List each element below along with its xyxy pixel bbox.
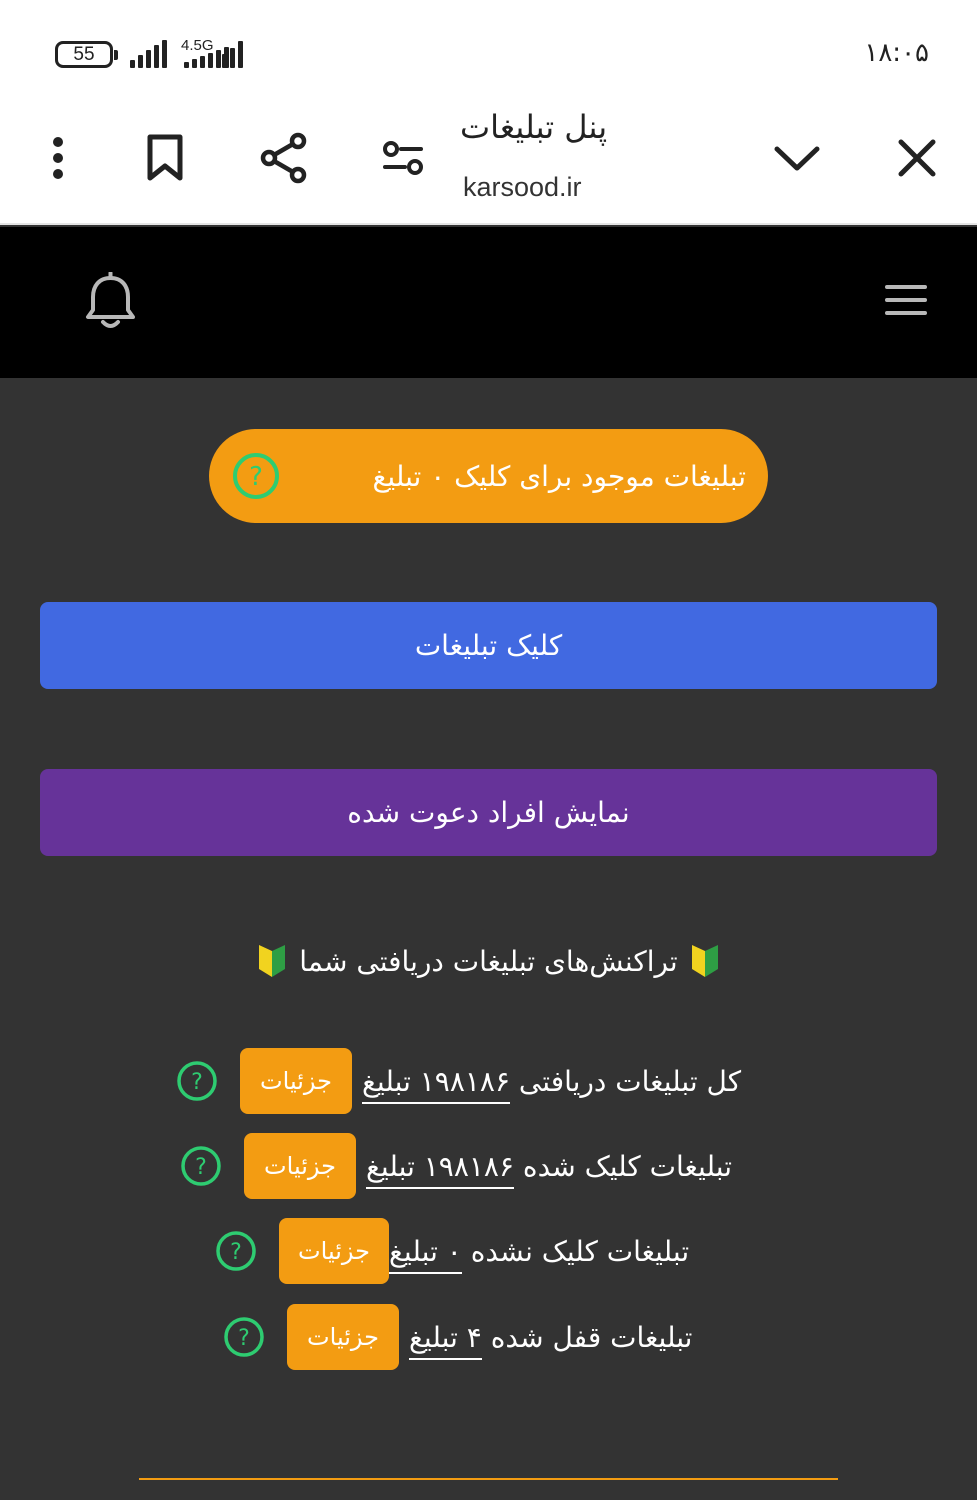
stat-value: ۱۹۸۱۸۶ تبلیغ	[366, 1149, 514, 1189]
help-icon[interactable]: ?	[215, 1230, 257, 1272]
share-icon[interactable]	[254, 128, 314, 188]
bell-icon[interactable]	[83, 271, 138, 332]
battery-icon: 55	[55, 41, 118, 68]
details-button[interactable]: جزئیات	[240, 1048, 352, 1114]
stat-value: ۴ تبلیغ	[409, 1320, 482, 1360]
stat-label: تبلیغات کلیک نشده	[470, 1234, 690, 1268]
svg-text:?: ?	[249, 462, 263, 492]
browser-toolbar: پنل تبلیغات karsood.ir	[0, 100, 977, 225]
svg-text:?: ?	[238, 1326, 250, 1351]
stat-label: کل تبلیغات دریافتی	[518, 1064, 742, 1098]
help-icon[interactable]: ?	[223, 1316, 265, 1358]
stat-row-locked: ? جزئیات تبلیغات قفل شده ۴ تبلیغ	[223, 1304, 692, 1370]
help-icon[interactable]: ?	[176, 1060, 218, 1102]
page-settings-icon[interactable]	[373, 128, 433, 188]
section-title-text: تراکنش‌های تبلیغات دریافتی شما	[299, 944, 678, 978]
stat-value: ۰ تبلیغ	[389, 1234, 462, 1274]
stat-row-clicked: ? جزئیات تبلیغات کلیک شده ۱۹۸۱۸۶ تبلیغ	[180, 1133, 732, 1199]
section-title: تراکنش‌های تبلیغات دریافتی شما	[0, 943, 977, 979]
svg-text:?: ?	[230, 1240, 242, 1265]
signal-strength-icon	[130, 40, 167, 68]
stat-text: تبلیغات کلیک نشده ۰ تبلیغ	[389, 1234, 690, 1274]
main-content: تبلیغات موجود برای کلیک ۰ تبلیغ ? کلیک ت…	[0, 378, 977, 1500]
svg-text:?: ?	[191, 1070, 203, 1095]
stat-text: تبلیغات کلیک شده ۱۹۸۱۸۶ تبلیغ	[366, 1149, 733, 1189]
hamburger-menu-icon[interactable]	[883, 282, 929, 318]
more-vert-icon[interactable]	[28, 128, 88, 188]
stat-label: تبلیغات قفل شده	[490, 1320, 693, 1354]
site-header	[0, 227, 977, 378]
details-button[interactable]: جزئیات	[287, 1304, 399, 1370]
battery-level: 55	[73, 44, 95, 65]
signal-bars-icon	[222, 40, 243, 68]
click-ads-button[interactable]: کلیک تبلیغات	[40, 602, 937, 689]
stat-label: تبلیغات کلیک شده	[522, 1149, 733, 1183]
beginner-mark-icon	[257, 943, 287, 979]
status-bar: 55 4.5G ۱۸:۰۵	[0, 0, 977, 100]
details-button[interactable]: جزئیات	[244, 1133, 356, 1199]
available-ads-label: تبلیغات موجود برای کلیک ۰ تبلیغ	[372, 459, 746, 493]
stat-value: ۱۹۸۱۸۶ تبلیغ	[362, 1064, 510, 1104]
divider	[139, 1478, 838, 1480]
clock: ۱۸:۰۵	[864, 38, 929, 68]
page-url[interactable]: karsood.ir	[463, 172, 582, 203]
available-ads-badge: تبلیغات موجود برای کلیک ۰ تبلیغ ?	[209, 429, 768, 523]
stat-row-total: ? جزئیات کل تبلیغات دریافتی ۱۹۸۱۸۶ تبلیغ	[176, 1048, 741, 1114]
details-button[interactable]: جزئیات	[279, 1218, 389, 1284]
chevron-down-icon[interactable]	[767, 128, 827, 188]
svg-text:?: ?	[195, 1155, 207, 1180]
stat-text: تبلیغات قفل شده ۴ تبلیغ	[409, 1320, 693, 1360]
bookmark-icon[interactable]	[135, 128, 195, 188]
show-invited-button[interactable]: نمایش افراد دعوت شده	[40, 769, 937, 856]
beginner-mark-icon	[690, 943, 720, 979]
close-icon[interactable]	[887, 128, 947, 188]
help-icon[interactable]: ?	[231, 451, 281, 501]
help-icon[interactable]: ?	[180, 1145, 222, 1187]
stat-text: کل تبلیغات دریافتی ۱۹۸۱۸۶ تبلیغ	[362, 1064, 742, 1104]
page-title: پنل تبلیغات	[460, 108, 608, 146]
stat-row-unclicked: ? جزئیات تبلیغات کلیک نشده ۰ تبلیغ	[215, 1218, 689, 1284]
